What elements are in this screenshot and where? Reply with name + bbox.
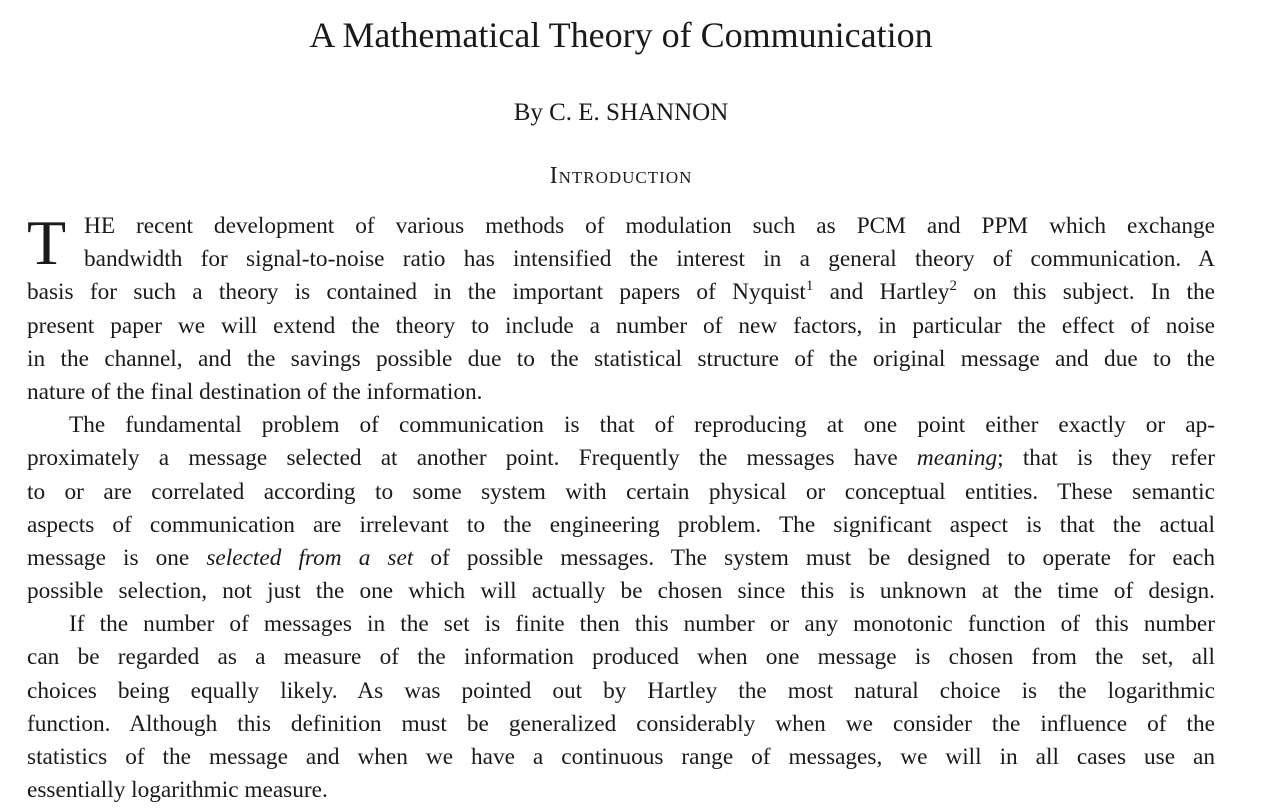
paragraph-line: basis for such a theory is contained in … xyxy=(27,276,1215,309)
paragraph-line: statistics of the message and when we ha… xyxy=(27,741,1215,774)
paragraph-line: choices being equally likely. As was poi… xyxy=(27,675,1215,708)
line-text: possible selection, not just the one whi… xyxy=(27,578,1215,605)
line-text: bandwidth for signal-to-noise ratio has … xyxy=(84,246,1215,273)
line-text: HE recent development of various methods… xyxy=(84,213,1215,239)
line-text: essentially logarithmic measure. xyxy=(27,777,328,804)
section-heading: Introduction xyxy=(549,163,693,189)
line-text: basis for such a theory is contained in … xyxy=(27,279,806,306)
paragraph-line: to or are correlated according to some s… xyxy=(27,476,1215,509)
line-text: on this subject. In the xyxy=(956,279,1215,306)
line-text: to or are correlated according to some s… xyxy=(27,478,1215,505)
line-text: proximately a message selected at anothe… xyxy=(27,445,917,472)
drop-cap: T xyxy=(27,207,67,278)
line-text: function. Although this definition must … xyxy=(27,710,1215,737)
paragraph-2: The fundamental problem of communication… xyxy=(27,409,1215,608)
paragraph-3: If the number of messages in the set is … xyxy=(27,608,1215,807)
line-text: nature of the final destination of the i… xyxy=(27,378,483,405)
body-text: T HE recent development of various metho… xyxy=(27,210,1215,807)
emphasis-meaning: meaning xyxy=(916,445,998,472)
line-text: in the channel, and the savings possible… xyxy=(27,345,1215,372)
paragraph-line: present paper we will extend the theory … xyxy=(27,310,1215,343)
paragraph-line: in the channel, and the savings possible… xyxy=(27,343,1215,376)
line-text: ; that is they refer xyxy=(997,445,1216,472)
line-text: can be regarded as a measure of the info… xyxy=(27,644,1215,671)
author-line: By C. E. SHANNON xyxy=(513,99,729,126)
line-text: If the number of messages in the set is … xyxy=(69,611,1215,638)
line-text: The fundamental problem of communication… xyxy=(69,412,1215,439)
line-text: choices being equally likely. As was poi… xyxy=(27,677,1215,704)
line-text: of possible messages. The system must be… xyxy=(413,544,1216,571)
paragraph-line: If the number of messages in the set is … xyxy=(27,608,1215,641)
paper-page: A Mathematical Theory of Communication B… xyxy=(27,0,1215,810)
footnote-marker-2[interactable]: 2 xyxy=(949,278,957,294)
emphasis-selected-from-a-set: selected from a set xyxy=(206,544,414,571)
paragraph-line: message is one selected from a set of po… xyxy=(27,542,1215,575)
paragraph-line: possible selection, not just the one whi… xyxy=(27,575,1215,608)
paragraph-line: essentially logarithmic measure. xyxy=(27,774,1215,807)
line-text: present paper we will extend the theory … xyxy=(27,312,1215,339)
line-text: aspects of communication are irrelevant … xyxy=(27,511,1215,538)
paragraph-line: bandwidth for signal-to-noise ratio has … xyxy=(27,243,1215,276)
line-text: message is one xyxy=(27,544,207,571)
line-text: statistics of the message and when we ha… xyxy=(27,744,1215,770)
paragraph-line: HE recent development of various methods… xyxy=(27,210,1215,243)
paragraph-line: proximately a message selected at anothe… xyxy=(27,442,1215,475)
paragraph-line: function. Although this definition must … xyxy=(27,708,1215,741)
paper-title: A Mathematical Theory of Communication xyxy=(309,15,933,55)
paragraph-1: T HE recent development of various metho… xyxy=(27,210,1215,409)
line-text: and Hartley xyxy=(813,279,950,306)
paragraph-line: aspects of communication are irrelevant … xyxy=(27,509,1215,542)
paragraph-line: can be regarded as a measure of the info… xyxy=(27,641,1215,674)
paragraph-line: nature of the final destination of the i… xyxy=(27,376,1215,409)
paragraph-line: The fundamental problem of communication… xyxy=(27,409,1215,442)
